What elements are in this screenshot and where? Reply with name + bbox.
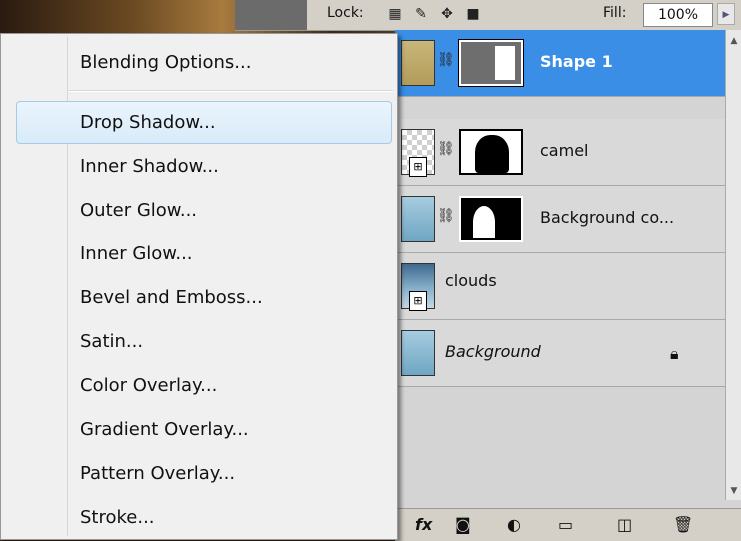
link-chain-icon[interactable]: ⛓ [437,208,455,224]
layer-style-context-menu: Blending Options... Drop Shadow... Inner… [0,33,398,540]
layer-name: Background co... [540,208,675,227]
menu-separator-highlight [69,91,393,92]
layer-row-background[interactable]: Background 🔒︎ [395,320,725,387]
layer-thumbnail [401,196,435,242]
lock-all-icon[interactable]: ■ [465,6,481,22]
layers-options-bar: Lock: ▦ ✎ ✥ ■ Fill: ▶ [235,0,741,31]
layer-name: Background [445,342,541,361]
smart-object-icon: ⊞ [409,157,427,177]
menu-item-inner-glow[interactable]: Inner Glow... [80,243,193,264]
layer-thumbnail [401,40,435,86]
layer-name: camel [540,141,589,160]
fill-input[interactable] [643,3,713,27]
layer-mask-thumbnail[interactable] [459,129,523,175]
lock-pixels-icon[interactable]: ✎ [413,6,429,22]
adjustment-layer-icon[interactable]: ◐ [507,515,521,534]
menu-item-stroke[interactable]: Stroke... [80,507,155,528]
menu-item-drop-shadow[interactable]: Drop Shadow... [80,112,216,133]
fill-label: Fill: [603,5,627,21]
layers-panel: ⛓ Shape 1 ⊞ ⛓ camel ⛓ Background co... ⊞… [395,30,741,541]
add-mask-icon[interactable]: ◙ [455,515,471,534]
smart-object-icon: ⊞ [409,291,427,311]
lock-icon: 🔒︎ [670,344,679,363]
layer-name: Shape 1 [540,52,613,71]
link-chain-icon[interactable]: ⛓ [437,52,455,68]
layer-row-background-copy[interactable]: ⛓ Background co... [395,186,725,253]
menu-item-bevel-and-emboss[interactable]: Bevel and Emboss... [80,287,263,308]
new-layer-icon[interactable]: ◫ [617,515,632,534]
fx-icon[interactable]: fx [415,515,432,534]
layer-name: clouds [445,271,497,290]
menu-item-outer-glow[interactable]: Outer Glow... [80,200,197,221]
layers-scrollbar[interactable]: ▲ ▼ [725,30,741,500]
lock-position-icon[interactable]: ✥ [439,6,455,22]
lock-icons: ▦ ✎ ✥ ■ [387,6,481,22]
scroll-down-arrow-icon[interactable]: ▼ [726,486,741,496]
menu-item-color-overlay[interactable]: Color Overlay... [80,375,217,396]
new-group-icon[interactable]: ▭ [558,515,573,534]
lock-label: Lock: [327,5,364,21]
link-chain-icon[interactable]: ⛓ [437,141,455,157]
layer-row-shape-1[interactable]: ⛓ Shape 1 [395,30,725,97]
layer-thumbnail [401,330,435,376]
layer-row-camel[interactable]: ⊞ ⛓ camel [395,119,725,186]
menu-item-blending-options[interactable]: Blending Options... [80,52,251,73]
lock-transparency-icon[interactable]: ▦ [387,6,403,22]
layer-mask-thumbnail[interactable] [459,196,523,242]
color-swatch [235,0,307,30]
trash-icon[interactable]: 🗑︎ [673,515,693,534]
menu-item-gradient-overlay[interactable]: Gradient Overlay... [80,419,249,440]
scroll-up-arrow-icon[interactable]: ▲ [726,36,741,46]
fill-dropdown-arrow-icon[interactable]: ▶ [717,3,735,25]
layer-row-clouds[interactable]: ⊞ clouds [395,253,725,320]
menu-item-satin[interactable]: Satin... [80,331,143,352]
layers-bottom-bar: fx ◙ ◐ ▭ ◫ 🗑︎ [395,508,741,541]
vector-mask-thumbnail[interactable] [458,39,524,87]
menu-item-pattern-overlay[interactable]: Pattern Overlay... [80,463,235,484]
menu-item-inner-shadow[interactable]: Inner Shadow... [80,156,219,177]
